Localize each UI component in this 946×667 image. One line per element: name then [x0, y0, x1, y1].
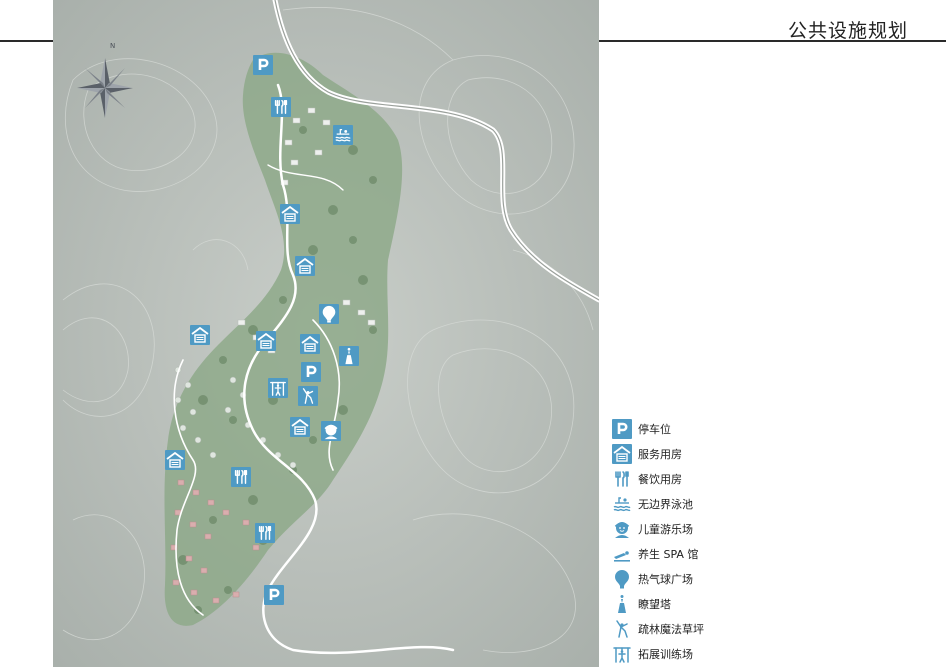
playground-marker[interactable] — [321, 421, 341, 441]
lookout-tower-icon — [612, 594, 632, 614]
dining-icon — [255, 523, 275, 543]
service-building-marker[interactable] — [280, 204, 300, 224]
legend-item: 热气球广场 — [612, 566, 792, 591]
dining-icon — [612, 469, 632, 489]
parking-icon — [253, 55, 273, 75]
service-building-icon — [612, 443, 632, 464]
legend-item: 养生 SPA 馆 — [612, 541, 792, 566]
legend-label: 餐饮用房 — [638, 472, 682, 486]
hot-air-balloon-marker[interactable] — [319, 304, 339, 324]
playground-icon — [321, 421, 341, 441]
outward-training-marker[interactable] — [268, 378, 288, 398]
legend-item: 拓展训练场 — [612, 641, 792, 666]
service-building-marker[interactable] — [165, 450, 185, 470]
legend-label: 疏林魔法草坪 — [638, 622, 704, 636]
service-building-icon — [295, 256, 315, 276]
parking-icon — [612, 418, 632, 439]
legend-label: 瞭望塔 — [638, 597, 671, 611]
legend-item: 疏林魔法草坪 — [612, 616, 792, 641]
service-building-marker[interactable] — [295, 256, 315, 276]
legend-label: 无边界泳池 — [638, 497, 693, 511]
service-building-icon — [300, 334, 320, 354]
legend-label: 服务用房 — [638, 447, 682, 461]
dining-icon — [271, 97, 291, 117]
dining-marker[interactable] — [231, 467, 251, 487]
service-building-marker[interactable] — [290, 417, 310, 437]
service-building-icon — [165, 450, 185, 470]
service-building-marker[interactable] — [256, 331, 276, 351]
service-building-marker[interactable] — [190, 325, 210, 345]
parking-icon — [264, 585, 284, 605]
service-building-icon — [280, 204, 300, 224]
service-building-marker[interactable] — [300, 334, 320, 354]
spa-icon — [612, 544, 632, 564]
legend-label: 停车位 — [638, 422, 671, 436]
parking-icon — [301, 362, 321, 382]
lookout-tower-icon — [339, 346, 359, 366]
hot-air-balloon-icon — [319, 304, 339, 324]
legend-item: 瞭望塔 — [612, 591, 792, 616]
legend-label: 儿童游乐场 — [638, 522, 693, 536]
forest-lawn-icon — [298, 386, 318, 406]
outward-training-icon — [612, 644, 632, 664]
service-building-icon — [190, 325, 210, 345]
service-building-icon — [256, 331, 276, 351]
outward-training-icon — [268, 378, 288, 398]
infinity-pool-marker[interactable] — [333, 125, 353, 145]
hot-air-balloon-icon — [612, 569, 632, 589]
parking-marker[interactable] — [253, 55, 273, 75]
parking-marker[interactable] — [264, 585, 284, 605]
compass-north-label: N — [110, 42, 115, 50]
legend-label: 热气球广场 — [638, 572, 693, 586]
legend-label: 养生 SPA 馆 — [638, 547, 699, 561]
site-map[interactable]: N — [53, 0, 599, 667]
lookout-tower-marker[interactable] — [339, 346, 359, 366]
infinity-pool-icon — [612, 494, 632, 514]
dining-marker[interactable] — [255, 523, 275, 543]
legend-item: 儿童游乐场 — [612, 516, 792, 541]
infinity-pool-icon — [333, 125, 353, 145]
page-title: 公共设施规划 — [787, 20, 908, 42]
dining-icon — [231, 467, 251, 487]
forest-lawn-icon — [612, 619, 632, 639]
service-building-icon — [290, 417, 310, 437]
legend: 停车位服务用房餐饮用房无边界泳池儿童游乐场养生 SPA 馆热气球广场瞭望塔疏林魔… — [612, 416, 792, 666]
legend-label: 拓展训练场 — [638, 647, 693, 661]
parking-marker[interactable] — [301, 362, 321, 382]
legend-item: 服务用房 — [612, 441, 792, 466]
playground-icon — [612, 519, 632, 539]
legend-item: 餐饮用房 — [612, 466, 792, 491]
legend-item: 停车位 — [612, 416, 792, 441]
legend-item: 无边界泳池 — [612, 491, 792, 516]
forest-lawn-marker[interactable] — [298, 386, 318, 406]
dining-marker[interactable] — [271, 97, 291, 117]
site-map-canvas: N — [53, 0, 599, 667]
